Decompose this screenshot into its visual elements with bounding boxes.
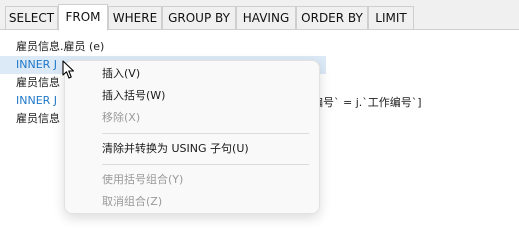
tab-where[interactable]: WHERE	[108, 6, 162, 30]
tab-having[interactable]: HAVING	[236, 6, 296, 30]
join-condition-text[interactable]: 编号` = j.`工作编号`]	[312, 94, 422, 112]
clause-tab-bar: SELECT FROM WHERE GROUP BY HAVING ORDER …	[0, 0, 519, 31]
context-menu: 插入(V) 插入括号(W) 移除(X) 清除并转换为 USING 子句(U) 使…	[64, 60, 320, 214]
menu-item-insert[interactable]: 插入(V)	[102, 64, 140, 84]
menu-item-insert-brackets[interactable]: 插入括号(W)	[102, 86, 165, 106]
menu-item-ungroup[interactable]: 取消组合(Z)	[102, 192, 162, 212]
join-line-2[interactable]: INNER J	[16, 92, 57, 110]
menu-item-use-bracket-group[interactable]: 使用括号组合(Y)	[102, 170, 183, 190]
table-line-2[interactable]: 雇员信息	[16, 74, 60, 92]
tab-order-by[interactable]: ORDER BY	[296, 6, 368, 30]
menu-item-clear-convert-using[interactable]: 清除并转换为 USING 子句(U)	[102, 139, 249, 159]
tab-group-by[interactable]: GROUP BY	[162, 6, 236, 30]
mouse-cursor-icon	[62, 60, 75, 79]
menu-separator	[102, 164, 309, 165]
table-line-employee[interactable]: 雇员信息.雇员 (e)	[16, 38, 104, 56]
tab-from[interactable]: FROM	[58, 4, 108, 31]
tab-limit[interactable]: LIMIT	[368, 6, 414, 30]
menu-item-remove[interactable]: 移除(X)	[102, 108, 140, 128]
tab-select[interactable]: SELECT	[5, 6, 58, 30]
table-line-3[interactable]: 雇员信息	[16, 110, 60, 128]
menu-separator	[102, 133, 309, 134]
